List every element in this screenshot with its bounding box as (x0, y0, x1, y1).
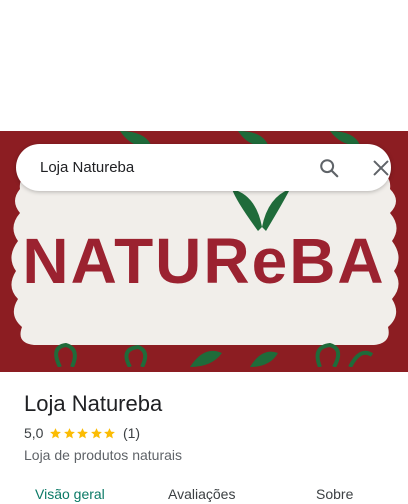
sign-text: NATUReBA (22, 225, 385, 297)
close-icon[interactable] (370, 157, 392, 179)
tab-about[interactable]: Sobre (316, 485, 353, 503)
star-icon (64, 427, 75, 438)
review-count[interactable]: (1) (123, 425, 140, 441)
star-icon (104, 427, 116, 438)
place-tabs: Visão geral Avaliações Sobre (0, 478, 408, 504)
place-category: Loja de produtos naturais (24, 447, 182, 463)
tab-reviews[interactable]: Avaliações (168, 485, 235, 503)
rating-row[interactable]: 5,0 (1) (24, 424, 140, 442)
search-bar[interactable]: Loja Natureba (16, 144, 391, 191)
star-icon (91, 427, 102, 438)
rating-value: 5,0 (24, 425, 44, 441)
star-icon (50, 427, 62, 438)
star-icon (77, 427, 89, 438)
place-title: Loja Natureba (24, 391, 163, 416)
search-input[interactable]: Loja Natureba (40, 158, 134, 178)
search-icon[interactable] (318, 157, 340, 179)
map-blank-area (0, 0, 408, 131)
star-rating (49, 427, 117, 440)
tab-overview[interactable]: Visão geral (35, 485, 105, 503)
